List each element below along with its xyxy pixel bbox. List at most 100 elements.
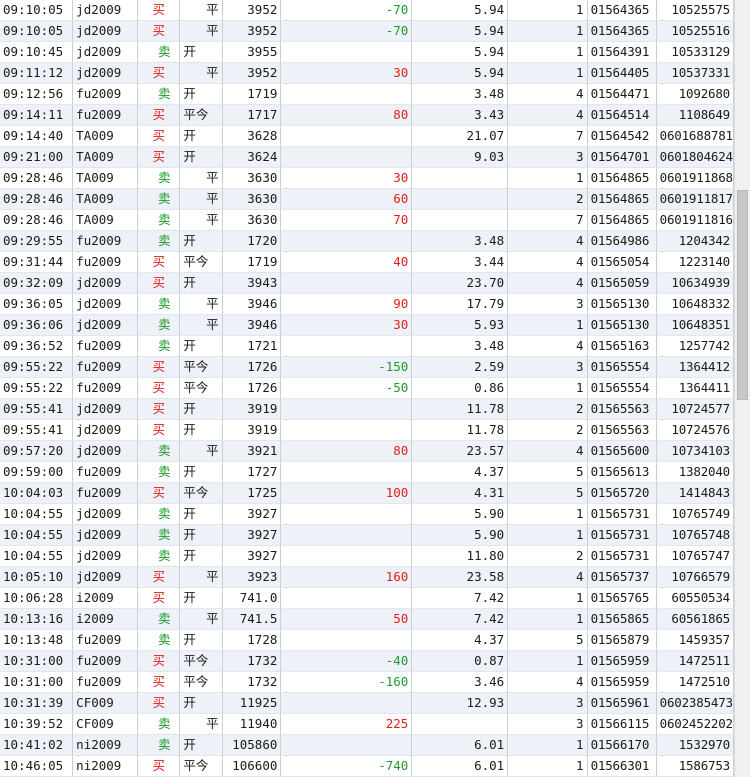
cell-qty: 3 [507, 356, 588, 378]
table-row[interactable]: 10:46:05 ni2009 买平今 106600 -740 6.01 1 01566301… [0, 755, 734, 777]
cell-pnl: -160 [280, 671, 413, 693]
cell-order: 01565961 [587, 692, 657, 714]
cell-trade: 10525516 [656, 20, 734, 42]
table-row[interactable]: 10:13:48 fu2009 卖开 1728 4.37 5 01565879 1459357 [0, 629, 734, 651]
cell-price: 11925 [222, 692, 282, 714]
cell-order: 01565054 [587, 251, 657, 273]
scrollbar-thumb[interactable] [737, 190, 748, 400]
cell-action: 平 [179, 167, 223, 189]
cell-symbol: ni2009 [72, 734, 139, 756]
cell-time: 09:55:41 [0, 419, 74, 441]
table-row[interactable]: 10:31:39 CF009 买开 11925 12.93 3 01565961 060238… [0, 692, 734, 714]
cell-fee: 3.44 [411, 251, 509, 273]
cell-trade: 10634939 [656, 272, 734, 294]
cell-fee: 9.03 [411, 146, 509, 168]
table-row[interactable]: 09:36:05 jd2009 卖平 3946 90 17.79 3 01565130 1064… [0, 293, 734, 315]
cell-qty: 1 [507, 41, 588, 63]
table-row[interactable]: 09:57:20 jd2009 卖平 3921 80 23.57 4 01565600 1073… [0, 440, 734, 462]
cell-trade: 60561865 [656, 608, 734, 630]
table-row[interactable]: 09:32:09 jd2009 买开 3943 23.70 4 01565059 106349… [0, 272, 734, 294]
cell-time: 10:31:00 [0, 650, 74, 672]
table-row[interactable]: 09:10:45 jd2009 卖开 3955 5.94 1 01564391 1053312… [0, 41, 734, 63]
table-row[interactable]: 10:41:02 ni2009 卖开 105860 6.01 1 01566170 15329… [0, 734, 734, 756]
table-row[interactable]: 09:59:00 fu2009 卖开 1727 4.37 5 01565613 1382040 [0, 461, 734, 483]
cell-side: 卖 [137, 713, 181, 735]
table-row[interactable]: 09:14:40 TA009 买开 3628 21.07 7 01564542 0601688… [0, 125, 734, 147]
cell-trade: 10648332 [656, 293, 734, 315]
table-row[interactable]: 10:39:52 CF009 卖平 11940 225 3 01566115 06024522… [0, 713, 734, 735]
cell-qty: 2 [507, 188, 588, 210]
table-row[interactable]: 10:31:00 fu2009 买平今 1732 -40 0.87 1 01565959 147… [0, 650, 734, 672]
cell-pnl: 30 [280, 62, 413, 84]
table-row[interactable]: 10:04:55 jd2009 卖开 3927 5.90 1 01565731 1076574… [0, 524, 734, 546]
table-row[interactable]: 09:55:41 jd2009 买开 3919 11.78 2 01565563 107245… [0, 398, 734, 420]
table-row[interactable]: 10:04:03 fu2009 买平今 1725 100 4.31 5 01565720 141… [0, 482, 734, 504]
cell-order: 01564471 [587, 83, 657, 105]
cell-trade: 1382040 [656, 461, 734, 483]
cell-trade: 1364412 [656, 356, 734, 378]
table-row[interactable]: 10:04:55 jd2009 卖开 3927 5.90 1 01565731 1076574… [0, 503, 734, 525]
cell-qty: 4 [507, 251, 588, 273]
cell-order: 01565765 [587, 587, 657, 609]
cell-price: 3630 [222, 209, 282, 231]
table-row[interactable]: 09:12:56 fu2009 卖开 1719 3.48 4 01564471 1092680 [0, 83, 734, 105]
cell-order: 01565163 [587, 335, 657, 357]
cell-symbol: jd2009 [72, 314, 139, 336]
table-row[interactable]: 10:06:28 i2009 买开 741.0 7.42 1 01565765 6055053… [0, 587, 734, 609]
cell-action: 平 [179, 293, 223, 315]
table-row[interactable]: 09:21:00 TA009 买开 3624 9.03 3 01564701 06018046… [0, 146, 734, 168]
table-row[interactable]: 09:28:46 TA009 卖平 3630 70 7 01564865 0601911816 [0, 209, 734, 231]
cell-qty: 5 [507, 629, 588, 651]
cell-action: 开 [179, 125, 223, 147]
cell-symbol: jd2009 [72, 0, 139, 21]
table-row[interactable]: 09:55:22 fu2009 买平今 1726 -150 2.59 3 01565554 13… [0, 356, 734, 378]
cell-price: 3952 [222, 20, 282, 42]
cell-qty: 4 [507, 104, 588, 126]
cell-fee [411, 167, 509, 189]
vertical-scrollbar[interactable] [734, 0, 750, 777]
table-row[interactable]: 09:55:22 fu2009 买平今 1726 -50 0.86 1 01565554 136… [0, 377, 734, 399]
cell-price: 1719 [222, 251, 282, 273]
cell-fee: 5.90 [411, 524, 509, 546]
cell-price: 1721 [222, 335, 282, 357]
cell-action: 开 [179, 83, 223, 105]
cell-action: 平 [179, 209, 223, 231]
table-row[interactable]: 09:11:12 jd2009 买平 3952 30 5.94 1 01564405 10537… [0, 62, 734, 84]
table-row[interactable]: 09:55:41 jd2009 买开 3919 11.78 2 01565563 107245… [0, 419, 734, 441]
table-row[interactable]: 09:14:11 fu2009 买平今 1717 80 3.43 4 01564514 1108… [0, 104, 734, 126]
cell-trade: 1257742 [656, 335, 734, 357]
cell-side: 买 [137, 272, 181, 294]
cell-action: 开 [179, 335, 223, 357]
table-row[interactable]: 09:28:46 TA009 卖平 3630 30 1 01564865 0601911868 [0, 167, 734, 189]
table-row[interactable]: 09:36:52 fu2009 卖开 1721 3.48 4 01565163 1257742 [0, 335, 734, 357]
cell-side: 卖 [137, 335, 181, 357]
table-row[interactable]: 09:28:46 TA009 卖平 3630 60 2 01564865 0601911817 [0, 188, 734, 210]
table-row[interactable]: 09:29:55 fu2009 卖开 1720 3.48 4 01564986 1204342 [0, 230, 734, 252]
table-row[interactable]: 10:13:16 i2009 卖平 741.5 50 7.42 1 01565865 60561… [0, 608, 734, 630]
cell-symbol: fu2009 [72, 482, 139, 504]
cell-order: 01564391 [587, 41, 657, 63]
table-row[interactable]: 09:36:06 jd2009 卖平 3946 30 5.93 1 01565130 10648… [0, 314, 734, 336]
cell-fee: 4.37 [411, 629, 509, 651]
table-row[interactable]: 10:31:00 fu2009 买平今 1732 -160 3.46 4 01565959 14… [0, 671, 734, 693]
cell-trade: 10648351 [656, 314, 734, 336]
cell-trade: 10766579 [656, 566, 734, 588]
cell-time: 09:36:05 [0, 293, 74, 315]
cell-qty: 1 [507, 503, 588, 525]
cell-time: 10:31:00 [0, 671, 74, 693]
table-row[interactable]: 09:10:05 jd2009 买平 3952 -70 5.94 1 01564365 1052… [0, 0, 734, 21]
cell-price: 1719 [222, 83, 282, 105]
cell-symbol: jd2009 [72, 566, 139, 588]
cell-time: 09:14:11 [0, 104, 74, 126]
table-row[interactable]: 09:10:05 jd2009 买平 3952 -70 5.94 1 01564365 1052… [0, 20, 734, 42]
table-row[interactable]: 10:04:55 jd2009 卖开 3927 11.80 2 01565731 107657… [0, 545, 734, 567]
cell-trade: 10537331 [656, 62, 734, 84]
cell-order: 01566115 [587, 713, 657, 735]
cell-trade: 1532970 [656, 734, 734, 756]
cell-order: 01564986 [587, 230, 657, 252]
cell-fee: 2.59 [411, 356, 509, 378]
table-row[interactable]: 10:05:10 jd2009 买平 3923 160 23.58 4 01565737 107… [0, 566, 734, 588]
cell-price: 3927 [222, 545, 282, 567]
cell-qty: 1 [507, 314, 588, 336]
table-row[interactable]: 09:31:44 fu2009 买平今 1719 40 3.44 4 01565054 1223… [0, 251, 734, 273]
